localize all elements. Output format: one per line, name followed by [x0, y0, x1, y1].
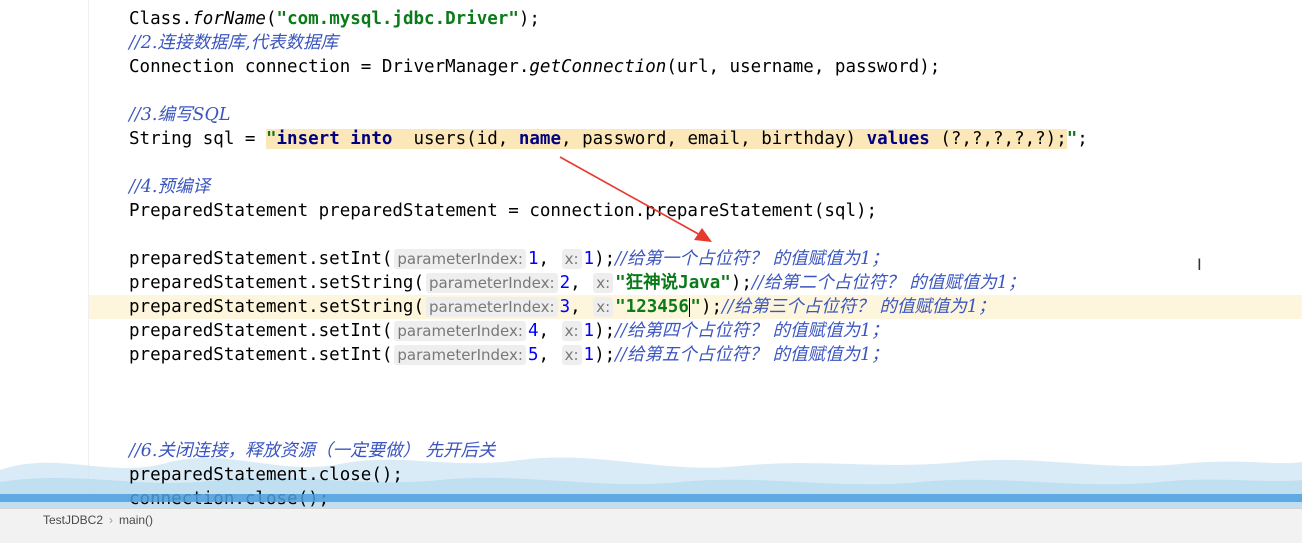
- breadcrumb-separator-icon: ›: [109, 513, 114, 527]
- breadcrumb-method[interactable]: main(): [119, 513, 153, 527]
- breadcrumb: TestJDBC2 › main(): [43, 513, 159, 527]
- code-editor[interactable]: Class.forName("com.mysql.jdbc.Driver"); …: [0, 0, 1302, 512]
- breadcrumb-class[interactable]: TestJDBC2: [43, 513, 103, 527]
- mouse-cursor-ibeam-icon: I: [1197, 255, 1202, 274]
- annotation-arrow-icon: [559, 156, 712, 242]
- breadcrumb-bar: TestJDBC2 › main(): [0, 508, 1302, 543]
